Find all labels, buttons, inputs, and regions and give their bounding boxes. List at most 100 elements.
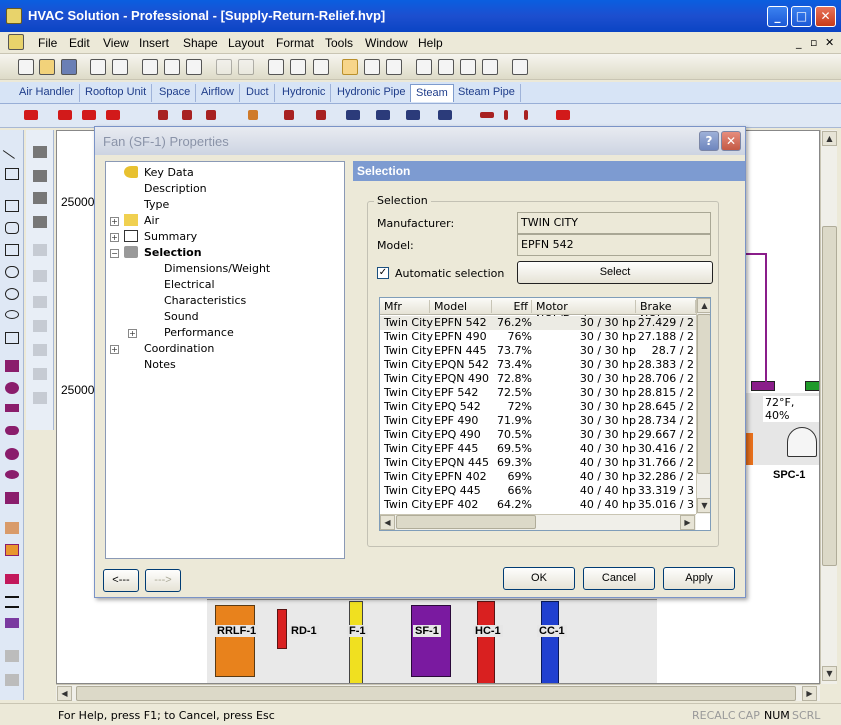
save-icon[interactable] (61, 59, 77, 75)
menu-format[interactable]: Format (276, 36, 314, 50)
distribute-h-icon[interactable] (33, 244, 47, 256)
return-relief-fan-icon[interactable] (215, 605, 255, 677)
steam-tank-icon[interactable] (316, 110, 326, 120)
grid-vscroll[interactable]: ▲ ▼ (696, 298, 710, 514)
diffuser-icon[interactable] (805, 381, 819, 391)
print-preview-icon[interactable] (112, 59, 128, 75)
terminal-unit-icon[interactable] (751, 381, 775, 391)
steam-hx-3-icon[interactable] (406, 110, 420, 120)
copy-icon[interactable] (164, 59, 180, 75)
col-motor[interactable]: Motor NOL/Design (532, 300, 636, 326)
rounded-rect-tool-icon[interactable] (5, 222, 19, 234)
line-weight-icon[interactable] (5, 596, 19, 608)
back-button[interactable]: <--- (103, 569, 139, 592)
ellipse-tool-icon[interactable] (5, 310, 19, 319)
table-row[interactable]: Twin City EPFN 490 76% 30 / 30 hp 27.188 / 2 (380, 330, 696, 344)
polygon-tool-icon[interactable] (5, 332, 19, 344)
forward-button[interactable]: ---> (145, 569, 181, 592)
filled-circle-tool-icon[interactable] (5, 382, 19, 394)
cooling-coil-icon[interactable] (541, 601, 559, 683)
rounded-square-tool-icon[interactable] (5, 266, 19, 278)
col-eff[interactable]: Eff (492, 300, 532, 313)
steam-drop-icon[interactable] (524, 110, 528, 120)
steam-generic-icon[interactable] (556, 110, 570, 120)
tab-hydronic[interactable]: Hydronic (277, 84, 332, 102)
apply-button[interactable]: Apply (663, 567, 735, 590)
grid-vscroll-thumb[interactable] (697, 314, 710, 474)
align-right-icon[interactable] (33, 192, 47, 204)
tree-item-sound[interactable]: Sound (164, 310, 199, 323)
col-brake[interactable]: Brake NOL (636, 300, 696, 326)
calculator-icon[interactable] (290, 59, 306, 75)
steam-hx-2-icon[interactable] (376, 110, 390, 120)
automatic-selection-checkbox[interactable]: ✓ (377, 267, 389, 279)
scroll-left-button[interactable]: ◀ (57, 686, 72, 701)
supply-fan-icon[interactable] (411, 605, 451, 677)
context-help-icon[interactable] (512, 59, 528, 75)
menu-insert[interactable]: Insert (139, 36, 169, 50)
tree-item-type[interactable]: Type (144, 198, 169, 211)
steam-coil-icon[interactable] (206, 110, 216, 120)
horizontal-scroll-thumb[interactable] (76, 686, 796, 701)
grid-hscroll-thumb[interactable] (396, 515, 536, 529)
new-icon[interactable] (18, 59, 34, 75)
scroll-down-button[interactable]: ▼ (822, 666, 837, 681)
expand-air-icon[interactable]: + (110, 217, 119, 226)
undo-icon[interactable] (216, 59, 232, 75)
line-color-icon[interactable] (5, 544, 19, 556)
size-icon[interactable] (33, 392, 47, 404)
menu-shape[interactable]: Shape (183, 36, 218, 50)
dialog-help-button[interactable]: ? (699, 131, 719, 151)
group-icon[interactable] (5, 650, 19, 662)
grid-scroll-left-button[interactable]: ◀ (380, 515, 395, 530)
filled-polygon-tool-icon[interactable] (5, 492, 19, 504)
relief-damper-icon[interactable] (277, 609, 287, 649)
connector-icon[interactable] (364, 59, 380, 75)
tab-hydronic-pipe[interactable]: Hydronic Pipe (332, 84, 412, 102)
menu-view[interactable]: View (103, 36, 129, 50)
table-row[interactable]: Twin City EPF 445 69.5% 40 / 30 hp 30.416 / … (380, 442, 696, 456)
arrow-style-icon[interactable] (5, 618, 19, 628)
tree-item-characteristics[interactable]: Characteristics (164, 294, 246, 307)
steam-trap-icon[interactable] (182, 110, 192, 120)
filled-bar-tool-icon[interactable] (5, 404, 19, 412)
circle-tool-icon[interactable] (5, 288, 19, 300)
filter-icon[interactable] (349, 601, 363, 683)
line-style-icon[interactable] (5, 574, 19, 584)
steam-riser-icon[interactable] (504, 110, 508, 120)
dialog-close-button[interactable]: ✕ (721, 131, 741, 151)
tab-steam[interactable]: Steam (410, 84, 454, 102)
steam-valve-icon[interactable] (158, 110, 168, 120)
tab-air-handler[interactable]: Air Handler (14, 84, 81, 102)
align-center-icon[interactable] (33, 170, 47, 182)
cut-icon[interactable] (142, 59, 158, 75)
col-mfr[interactable]: Mfr (380, 300, 430, 313)
tab-steam-pipe[interactable]: Steam Pipe (453, 84, 521, 102)
table-row[interactable]: Twin City EPQN 542 73.4% 30 / 30 hp 28.383 /… (380, 358, 696, 372)
tree-item-coordination[interactable]: Coordination (144, 342, 214, 355)
bring-front-icon[interactable] (33, 296, 47, 308)
print-icon[interactable] (90, 59, 106, 75)
table-row[interactable]: Twin City EPF 490 71.9% 30 / 30 hp 28.734 / … (380, 414, 696, 428)
table-row[interactable]: Twin City EPF 542 72.5% 30 / 30 hp 28.815 / … (380, 386, 696, 400)
col-model[interactable]: Model (430, 300, 492, 313)
steam-shape-4-icon[interactable] (106, 110, 120, 120)
close-button[interactable]: ✕ (815, 6, 836, 27)
pointer-icon[interactable] (342, 59, 358, 75)
recalc-icon[interactable] (313, 59, 329, 75)
horizontal-scrollbar[interactable]: ◀ ▶ (56, 684, 820, 701)
table-row[interactable]: Twin City EPQ 542 72% 30 / 30 hp 28.645 / 2 (380, 400, 696, 414)
polyline-tool-icon[interactable] (5, 168, 19, 180)
app-icon[interactable] (6, 8, 22, 24)
scroll-up-button[interactable]: ▲ (822, 131, 837, 146)
table-row[interactable]: Twin City EPQN 490 72.8% 30 / 30 hp 28.706 /… (380, 372, 696, 386)
tree-item-notes[interactable]: Notes (144, 358, 176, 371)
tab-rooftop-unit[interactable]: Rooftop Unit (80, 84, 153, 102)
grid-scroll-right-button[interactable]: ▶ (680, 515, 695, 530)
rotate-icon[interactable] (33, 344, 47, 356)
steam-pump-icon[interactable] (284, 110, 294, 120)
fan-selection-grid[interactable]: Mfr Model Eff Motor NOL/Design Brake NOL… (379, 297, 711, 531)
tree-item-electrical[interactable]: Electrical (164, 278, 215, 291)
menu-layout[interactable]: Layout (228, 36, 264, 50)
redo-icon[interactable] (238, 59, 254, 75)
